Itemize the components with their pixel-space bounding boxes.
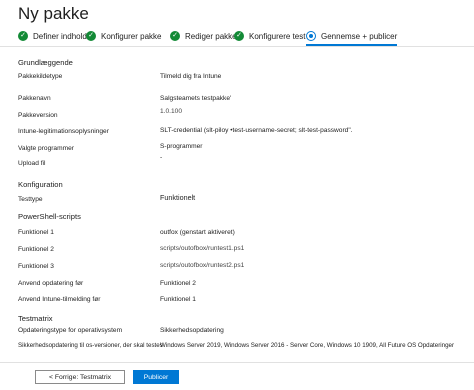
functional-3-value: scripts/outofbox/runtest2.ps1: [160, 262, 245, 269]
apply-update-before-label: Anvend opdatering før: [18, 280, 84, 287]
step-edit-package[interactable]: ✓ Rediger pakke: [170, 29, 237, 43]
section-powershell: PowerShell-scripts: [18, 212, 81, 221]
step-configure-test[interactable]: ✓ Konfigurere test: [234, 29, 305, 43]
intune-credentials-label: Intune-legitimationsoplysninger: [18, 128, 109, 135]
package-name-value: Salgsteamets testpakke': [160, 95, 232, 102]
package-version-label: Pakkeversion: [18, 112, 58, 119]
step-configure-package[interactable]: ✓ Konfigurer pakke: [86, 29, 161, 43]
functional-1-label: Funktionel 1: [18, 229, 54, 236]
publish-button[interactable]: Publicer: [133, 370, 179, 384]
os-update-type-label: Opdateringstype for operativsystem: [18, 327, 123, 334]
test-type-value: Funktionelt: [160, 193, 196, 202]
selected-programs-value: S-programmer: [160, 143, 203, 150]
active-step-icon: [306, 31, 316, 41]
functional-2-value: scripts/outofbox/runtest1.ps1: [160, 245, 245, 252]
step-label: Gennemse + publicer: [321, 31, 398, 41]
functional-3-label: Funktionel 3: [18, 263, 54, 270]
package-version-value: 1.0.100: [160, 108, 182, 115]
apply-update-before-value: Funktionel 2: [160, 280, 196, 287]
check-icon: ✓: [86, 31, 96, 41]
intune-credentials-value: SLT-credential (slt-piloy •test-username…: [160, 127, 353, 134]
functional-1-value: outfox (genstart aktiveret): [160, 229, 235, 236]
check-icon: ✓: [234, 31, 244, 41]
previous-button[interactable]: < Forrige: Testmatrix: [35, 370, 125, 384]
step-define-content[interactable]: ✓ Definer indhold: [18, 29, 87, 43]
apply-intune-before-label: Anvend Intune-tilmelding før: [18, 296, 101, 303]
upload-file-value: -: [160, 154, 163, 161]
check-icon: ✓: [18, 31, 28, 41]
section-configuration: Konfiguration: [18, 180, 63, 189]
step-label: Rediger pakke: [185, 31, 237, 41]
section-basics: Grundlæggende: [18, 58, 73, 67]
security-update-os-label: Sikkerhedsopdatering til os-versioner, d…: [18, 342, 163, 349]
package-name-label: Pakkenavn: [18, 95, 51, 102]
selected-programs-label: Valgte programmer: [18, 145, 74, 152]
step-review-publish[interactable]: Gennemse + publicer: [306, 29, 398, 46]
footer-divider: [0, 362, 474, 363]
divider: [0, 46, 474, 47]
check-icon: ✓: [170, 31, 180, 41]
step-label: Konfigurer pakke: [101, 31, 162, 41]
functional-2-label: Funktionel 2: [18, 246, 54, 253]
page-title: Ny pakke: [18, 4, 89, 23]
section-testmatrix: Testmatrix: [18, 314, 53, 323]
security-update-os-value: Windows Server 2019, Windows Server 2016…: [160, 342, 455, 349]
step-label: Definer indhold: [33, 31, 87, 41]
test-type-label: Testtype: [18, 196, 43, 203]
apply-intune-before-value: Funktionel 1: [160, 296, 196, 303]
os-update-type-value: Sikkerhedsopdatering: [160, 327, 224, 334]
package-source-type-label: Pakkekildetype: [18, 73, 63, 80]
package-source-type-value: Tilmeld dig fra Intune: [160, 73, 222, 80]
upload-file-label: Upload fil: [18, 160, 46, 167]
step-label: Konfigurere test: [249, 31, 306, 41]
